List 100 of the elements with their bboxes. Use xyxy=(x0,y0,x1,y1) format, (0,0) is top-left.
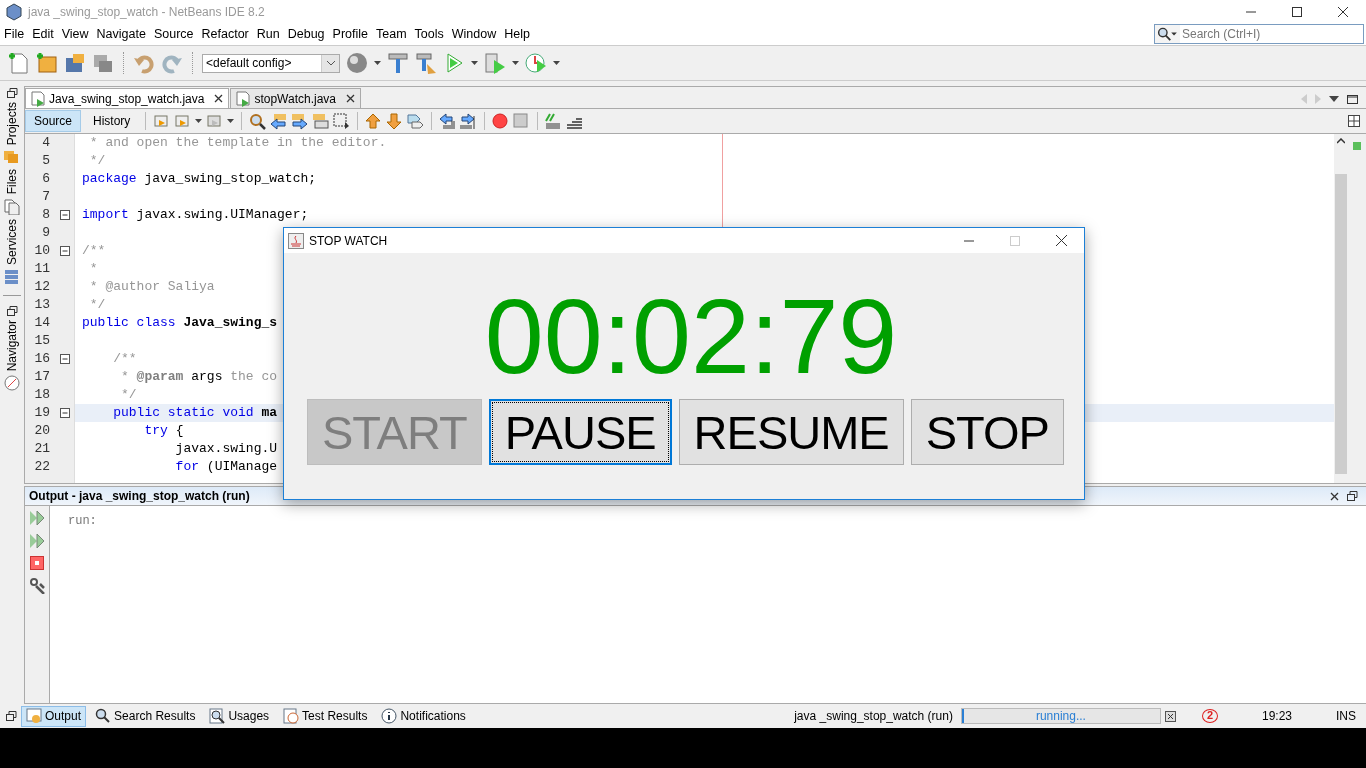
fold-icon[interactable] xyxy=(60,210,70,220)
panel-tab[interactable]: Search Results xyxy=(90,705,201,727)
select-icon[interactable] xyxy=(333,112,351,130)
code-line: import javax.swing.UIManager; xyxy=(81,206,309,224)
line-number: 9 xyxy=(42,225,50,240)
settings-icon[interactable] xyxy=(28,577,46,594)
fold-icon[interactable] xyxy=(60,408,70,418)
menu-item[interactable]: Source xyxy=(149,24,198,44)
menu-item[interactable]: Navigate xyxy=(92,24,150,44)
panel-tab[interactable]: Notifications xyxy=(376,705,471,727)
server-icon[interactable] xyxy=(4,268,20,285)
stopwatch-button[interactable]: STOP xyxy=(910,399,1064,465)
caret-icon[interactable] xyxy=(227,119,235,123)
side-tab[interactable]: Projects xyxy=(3,102,21,146)
find-previous-icon[interactable] xyxy=(270,112,288,130)
history-tab[interactable]: History xyxy=(85,110,139,132)
menu-item[interactable]: File xyxy=(0,24,29,44)
file-tab[interactable]: stopWatch.java xyxy=(230,88,362,108)
previous-bookmark-icon[interactable] xyxy=(365,112,383,130)
caret-icon[interactable] xyxy=(553,61,560,65)
close-icon[interactable] xyxy=(1338,6,1348,17)
menu-item[interactable]: Debug xyxy=(283,24,329,44)
code-line: /** xyxy=(81,242,106,260)
shift-right-icon[interactable] xyxy=(460,112,478,130)
cancel-icon[interactable] xyxy=(1164,710,1176,722)
test-results-icon[interactable] xyxy=(283,708,300,724)
stopwatch-button[interactable]: PAUSE xyxy=(488,399,672,465)
restore-icon[interactable] xyxy=(1347,491,1358,501)
menu-item[interactable]: Help xyxy=(500,24,534,44)
line-number: 5 xyxy=(42,153,50,168)
split-icon[interactable] xyxy=(1348,115,1360,127)
profile-icon[interactable] xyxy=(525,52,547,74)
caret-icon[interactable] xyxy=(195,119,203,123)
menu-item[interactable]: Tools xyxy=(410,24,448,44)
side-tab[interactable]: Files xyxy=(3,169,21,195)
files-icon[interactable] xyxy=(4,198,20,215)
scrollbar-thumb[interactable] xyxy=(1335,174,1347,474)
close-icon[interactable] xyxy=(1330,491,1339,501)
line-number: 4 xyxy=(42,135,50,150)
hammer-icon[interactable] xyxy=(387,52,409,74)
stop-icon[interactable] xyxy=(30,556,44,570)
app-icon xyxy=(6,2,22,21)
record-icon[interactable] xyxy=(492,112,510,130)
java-file-icon[interactable] xyxy=(236,90,251,107)
find-icon[interactable] xyxy=(249,112,267,130)
search-icon[interactable] xyxy=(95,708,112,724)
menu-item[interactable]: View xyxy=(57,24,93,44)
source-tab[interactable]: Source xyxy=(25,110,82,132)
panel-tab[interactable]: Usages xyxy=(204,705,275,727)
open-project-icon[interactable] xyxy=(64,52,86,74)
panel-tab[interactable]: Test Results xyxy=(278,705,373,727)
stopwatch-button[interactable]: RESUME xyxy=(678,399,904,465)
close-icon[interactable] xyxy=(214,94,224,103)
globe-icon[interactable] xyxy=(346,52,368,74)
caret-icon[interactable] xyxy=(512,61,519,65)
restore-icon[interactable] xyxy=(6,305,18,316)
chevron-down-icon[interactable] xyxy=(325,60,336,66)
menu-item[interactable]: Run xyxy=(252,24,284,44)
menu-item[interactable]: Window xyxy=(447,24,501,44)
panel-tab[interactable]: Output xyxy=(21,705,87,727)
line-number: 13 xyxy=(34,297,50,312)
find-next-icon[interactable] xyxy=(291,112,309,130)
fold-icon[interactable] xyxy=(60,246,70,256)
fold-icon[interactable] xyxy=(60,354,70,364)
shift-left-icon[interactable] xyxy=(439,112,457,130)
info-icon[interactable] xyxy=(381,708,398,724)
menu-item[interactable]: Edit xyxy=(28,24,58,44)
side-tab[interactable]: Navigator xyxy=(3,319,21,372)
close-icon[interactable] xyxy=(346,94,356,103)
config-dropdown[interactable]: <default config> xyxy=(202,53,340,73)
java-file-icon[interactable] xyxy=(31,90,45,107)
side-tab[interactable]: Services xyxy=(3,218,21,265)
usages-icon[interactable] xyxy=(209,708,226,724)
dropdown-icon[interactable] xyxy=(1329,96,1339,102)
menu-item[interactable]: Profile xyxy=(328,24,372,44)
clock-text: 19:23 xyxy=(1261,708,1292,725)
comment-icon[interactable] xyxy=(545,112,563,130)
rerun-icon[interactable] xyxy=(29,533,45,549)
caret-icon[interactable] xyxy=(471,61,478,65)
maximize-icon[interactable] xyxy=(1292,6,1302,17)
caret-icon[interactable] xyxy=(374,61,381,65)
line-number: 7 xyxy=(42,189,50,204)
maximize-icon[interactable] xyxy=(1347,94,1358,104)
code-line: */ xyxy=(120,386,137,404)
close-project-icon[interactable] xyxy=(92,52,114,74)
new-project-icon[interactable] xyxy=(36,52,58,74)
close-icon[interactable] xyxy=(1056,235,1067,246)
line-number: 21 xyxy=(34,441,50,456)
rerun-icon[interactable] xyxy=(29,510,45,526)
line-number: 10 xyxy=(34,243,50,258)
file-tab[interactable]: Java_swing_stop_watch.java xyxy=(25,88,230,108)
restore-icon[interactable] xyxy=(6,88,18,98)
menu-item[interactable]: Team xyxy=(372,24,411,44)
toggle-bookmark-icon[interactable] xyxy=(407,112,425,130)
next-bookmark-icon[interactable] xyxy=(386,112,404,130)
menu-item[interactable]: Refactor xyxy=(197,24,253,44)
restore-icon[interactable] xyxy=(6,711,17,721)
window-title: STOP WATCH xyxy=(309,232,388,250)
scroll-up-icon[interactable] xyxy=(1337,138,1345,144)
new-file-icon[interactable] xyxy=(8,52,30,74)
